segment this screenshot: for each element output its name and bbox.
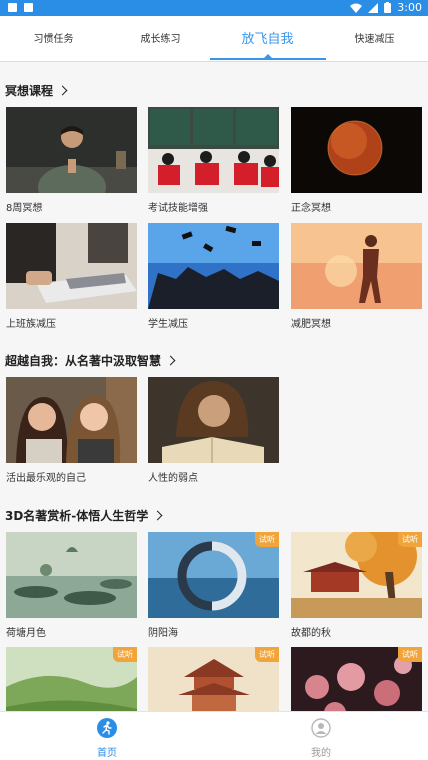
classic-card[interactable]: 试听 故都的秋 [291, 532, 422, 639]
section-title-meditation[interactable]: 冥想课程 [5, 82, 68, 99]
nav-me-label: 我的 [311, 748, 331, 759]
trial-badge: 试听 [113, 647, 137, 662]
classic-card-label: 荷塘月色 [6, 628, 46, 639]
classic-card-label: 阴阳海 [148, 628, 178, 639]
autumn-pavilion-image: 试听 [291, 532, 422, 618]
course-card-label: 正念冥想 [291, 203, 331, 214]
roses-image: 试听 [291, 647, 422, 711]
tab-habit-tasks[interactable]: 习惯任务 [0, 16, 107, 62]
classic-card[interactable]: 试听 [291, 647, 422, 711]
course-card-label: 学生减压 [148, 319, 188, 330]
classic-card[interactable]: 试听 [148, 647, 279, 711]
chevron-right-icon [165, 355, 176, 366]
status-right: 3:00 [350, 1, 422, 14]
classic-card[interactable]: 荷塘月色 [6, 532, 137, 639]
course-card-label: 考试技能增强 [148, 203, 208, 214]
section-title-beyond[interactable]: 超越自我：从名著中汲取智慧 [5, 352, 176, 369]
exam-classroom-image [148, 107, 279, 193]
course-card-label: 8周冥想 [6, 203, 43, 214]
section-title-text: 冥想课程 [5, 84, 54, 98]
office-laptop-image [6, 223, 137, 309]
trial-badge: 试听 [398, 647, 422, 662]
trial-badge: 试听 [255, 532, 279, 547]
course-card[interactable]: 上班族减压 [6, 223, 137, 330]
notification-icon [8, 3, 17, 12]
tab-indicator [210, 58, 326, 60]
top-tabs: 习惯任务 成长练习 放飞自我 快速减压 [0, 16, 428, 62]
classic-card-label: 故都的秋 [291, 628, 331, 639]
runner-sunset-image [291, 223, 422, 309]
tab-quick-destress[interactable]: 快速减压 [321, 16, 428, 62]
book-card[interactable]: 活出最乐观的自己 [6, 377, 137, 484]
course-card-label: 减肥冥想 [291, 319, 331, 330]
chevron-right-icon [152, 510, 163, 521]
graduation-image [148, 223, 279, 309]
eclipse-moon-image [291, 107, 422, 193]
course-card[interactable]: 学生减压 [148, 223, 279, 330]
course-card[interactable]: 8周冥想 [6, 107, 137, 214]
tab-growth-practice[interactable]: 成长练习 [107, 16, 214, 62]
trial-badge: 试听 [398, 532, 422, 547]
pagoda-image: 试听 [148, 647, 279, 711]
runner-icon [97, 718, 117, 742]
user-icon [311, 718, 331, 742]
course-card[interactable]: 正念冥想 [291, 107, 422, 214]
course-card[interactable]: 考试技能增强 [148, 107, 279, 214]
meadow-image: 试听 [6, 647, 137, 711]
woman-meditating-image [6, 107, 137, 193]
status-time: 3:00 [397, 1, 422, 14]
nav-home[interactable]: 首页 [0, 712, 214, 760]
course-card-label: 上班族减压 [6, 319, 56, 330]
book-card-label: 活出最乐观的自己 [6, 473, 86, 484]
course-card[interactable]: 减肥冥想 [291, 223, 422, 330]
status-bar: 3:00 [0, 0, 428, 16]
smiling-girls-image [6, 377, 137, 463]
wifi-icon [350, 3, 363, 13]
lotus-pond-image [6, 532, 137, 618]
bottom-navigation: 首页 我的 [0, 711, 428, 760]
battery-icon [384, 2, 392, 13]
signal-icon [368, 2, 379, 13]
yinyang-sea-image: 试听 [148, 532, 279, 618]
reading-man-image [148, 377, 279, 463]
book-card[interactable]: 人性的弱点 [148, 377, 279, 484]
section-title-classics[interactable]: 3D名著赏析-体悟人生哲学 [5, 507, 163, 524]
book-card-label: 人性的弱点 [148, 473, 198, 484]
chevron-right-icon [57, 85, 68, 96]
section-title-text: 3D名著赏析-体悟人生哲学 [5, 509, 149, 523]
section-title-text: 超越自我：从名著中汲取智慧 [5, 354, 162, 368]
trial-badge: 试听 [255, 647, 279, 662]
classic-card[interactable]: 试听 阴阳海 [148, 532, 279, 639]
tab-caret-icon [264, 54, 272, 58]
classic-card[interactable]: 试听 [6, 647, 137, 711]
nav-home-label: 首页 [97, 748, 117, 759]
app-notification-icon [24, 3, 33, 12]
nav-me[interactable]: 我的 [214, 712, 428, 760]
main-content: 冥想课程 8周冥想 考试技能增强 正念冥想 上班族减压 学生减压 减肥冥想 超越… [0, 63, 428, 711]
